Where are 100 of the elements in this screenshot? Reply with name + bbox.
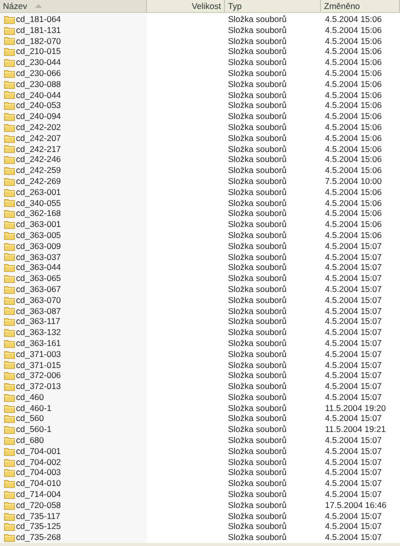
folder-name[interactable]: cd_242-269 — [16, 176, 61, 187]
type-cell: Složka souborů — [228, 306, 287, 316]
date-modified-cell: 4.5.2004 15:07 — [325, 521, 382, 532]
date-modified-cell: 4.5.2004 15:06 — [325, 24, 382, 36]
type-cell: Složka souborů — [228, 165, 287, 176]
column-header[interactable]: Velikost — [147, 0, 225, 12]
folder-name[interactable]: cd_714-004 — [16, 489, 61, 500]
column-header[interactable]: Změněno — [321, 0, 400, 12]
column-header[interactable]: Název — [0, 0, 147, 12]
date-modified-cell: 4.5.2004 15:07 — [325, 338, 382, 349]
folder-name[interactable]: cd_242-246 — [16, 154, 61, 166]
type-cell: Složka souborů — [228, 57, 287, 68]
type-cell: Složka souborů — [228, 381, 287, 392]
type-cell: Složka souborů — [228, 111, 287, 122]
folder-name[interactable]: cd_735-268 — [16, 532, 61, 544]
type-cell: Složka souborů — [228, 478, 287, 490]
folder-icon — [4, 36, 15, 46]
type-cell: Složka souborů — [228, 316, 287, 328]
folder-name[interactable]: cd_363-065 — [16, 273, 61, 284]
folder-name[interactable]: cd_182-070 — [16, 36, 61, 46]
folder-name[interactable]: cd_362-168 — [16, 208, 61, 220]
folder-icon — [4, 166, 15, 176]
folder-name[interactable]: cd_735-117 — [16, 510, 60, 522]
type-cell: Složka souborů — [228, 435, 287, 446]
date-modified-cell: 4.5.2004 15:06 — [325, 208, 382, 220]
date-modified-cell: 4.5.2004 15:07 — [325, 392, 382, 403]
folder-icon — [4, 382, 15, 391]
type-cell: Složka souborů — [228, 294, 287, 306]
folder-name[interactable]: cd_371-003 — [16, 348, 61, 360]
folder-name[interactable]: cd_363-044 — [16, 262, 61, 274]
folder-name[interactable]: cd_363-070 — [16, 294, 61, 306]
folder-name[interactable]: cd_363-067 — [16, 284, 61, 295]
folder-icon — [4, 414, 15, 424]
date-modified-cell: 4.5.2004 15:06 — [325, 165, 382, 176]
folder-name[interactable]: cd_363-009 — [16, 240, 61, 252]
folder-name[interactable]: cd_240-044 — [16, 90, 61, 100]
folder-name[interactable]: cd_460-1 — [16, 402, 52, 414]
folder-name[interactable]: cd_372-006 — [16, 370, 61, 382]
type-cell: Složka souborů — [228, 132, 287, 144]
folder-icon — [4, 176, 15, 186]
folder-icon — [4, 458, 15, 467]
folder-icon — [4, 490, 15, 499]
folder-name[interactable]: cd_363-001 — [16, 219, 61, 230]
folder-name[interactable]: cd_363-037 — [16, 252, 61, 262]
folder-name[interactable]: cd_240-053 — [16, 100, 61, 112]
folder-name[interactable]: cd_560-1 — [16, 424, 52, 436]
folder-name[interactable]: cd_460 — [16, 392, 44, 403]
folder-icon — [4, 209, 15, 218]
folder-name[interactable]: cd_240-094 — [16, 111, 61, 122]
folder-name[interactable]: cd_181-064 — [16, 14, 61, 25]
date-modified-cell: 4.5.2004 15:06 — [325, 90, 382, 100]
date-modified-cell: 4.5.2004 15:06 — [325, 78, 382, 90]
folder-name[interactable]: cd_363-132 — [16, 327, 61, 338]
folder-name[interactable]: cd_704-002 — [16, 456, 61, 468]
folder-name[interactable]: cd_720-058 — [16, 500, 61, 511]
type-cell: Složka souborů — [228, 176, 287, 187]
folder-name[interactable]: cd_704-001 — [16, 446, 61, 457]
type-cell: Složka souborů — [228, 24, 287, 36]
folder-name[interactable]: cd_340-055 — [16, 198, 61, 208]
folder-name[interactable]: cd_242-259 — [16, 165, 61, 176]
folder-icon — [4, 14, 15, 24]
folder-name[interactable]: cd_363-117 — [16, 316, 60, 328]
folder-name[interactable]: cd_735-125 — [16, 521, 61, 532]
folder-name[interactable]: cd_230-044 — [16, 57, 61, 68]
date-modified-cell: 4.5.2004 15:06 — [325, 132, 382, 144]
folder-name[interactable]: cd_704-003 — [16, 467, 61, 478]
folder-icon — [4, 68, 15, 78]
date-modified-cell: 4.5.2004 15:07 — [325, 262, 382, 274]
folder-name[interactable]: cd_680 — [16, 435, 44, 446]
folder-name[interactable]: cd_263-001 — [16, 186, 61, 198]
folder-name[interactable]: cd_363-087 — [16, 306, 61, 316]
folder-icon — [4, 198, 15, 208]
type-cell: Složka souborů — [228, 154, 287, 166]
folder-icon — [4, 500, 15, 510]
type-cell: Složka souborů — [228, 402, 287, 414]
folder-icon — [4, 392, 15, 402]
folder-icon — [4, 479, 15, 488]
folder-name[interactable]: cd_230-066 — [16, 68, 61, 79]
folder-name[interactable]: cd_371-015 — [16, 360, 61, 370]
folder-name[interactable]: cd_363-005 — [16, 230, 61, 241]
folder-icon — [4, 425, 15, 434]
folder-name[interactable]: cd_242-207 — [16, 132, 61, 144]
folder-name[interactable]: cd_363-161 — [16, 338, 61, 349]
type-cell: Složka souborů — [228, 360, 287, 370]
date-modified-cell: 4.5.2004 15:07 — [325, 467, 382, 478]
folder-name[interactable]: cd_242-217 — [16, 144, 61, 154]
folder-name[interactable]: cd_230-088 — [16, 78, 61, 90]
folder-name[interactable]: cd_242-202 — [16, 122, 61, 133]
folder-name[interactable]: cd_704-010 — [16, 478, 61, 490]
folder-icon — [4, 404, 15, 413]
folder-icon — [4, 328, 15, 337]
sort-arrow-icon — [35, 4, 42, 8]
folder-name[interactable]: cd_181-131 — [16, 24, 61, 36]
folder-name[interactable]: cd_560 — [16, 413, 44, 424]
folder-name[interactable]: cd_210-015 — [16, 46, 61, 58]
date-modified-cell: 4.5.2004 15:06 — [325, 46, 382, 58]
folder-name[interactable]: cd_372-013 — [16, 381, 61, 392]
folder-icon — [4, 242, 15, 251]
type-cell: Složka souborů — [228, 186, 287, 198]
column-header[interactable]: Typ — [225, 0, 321, 12]
